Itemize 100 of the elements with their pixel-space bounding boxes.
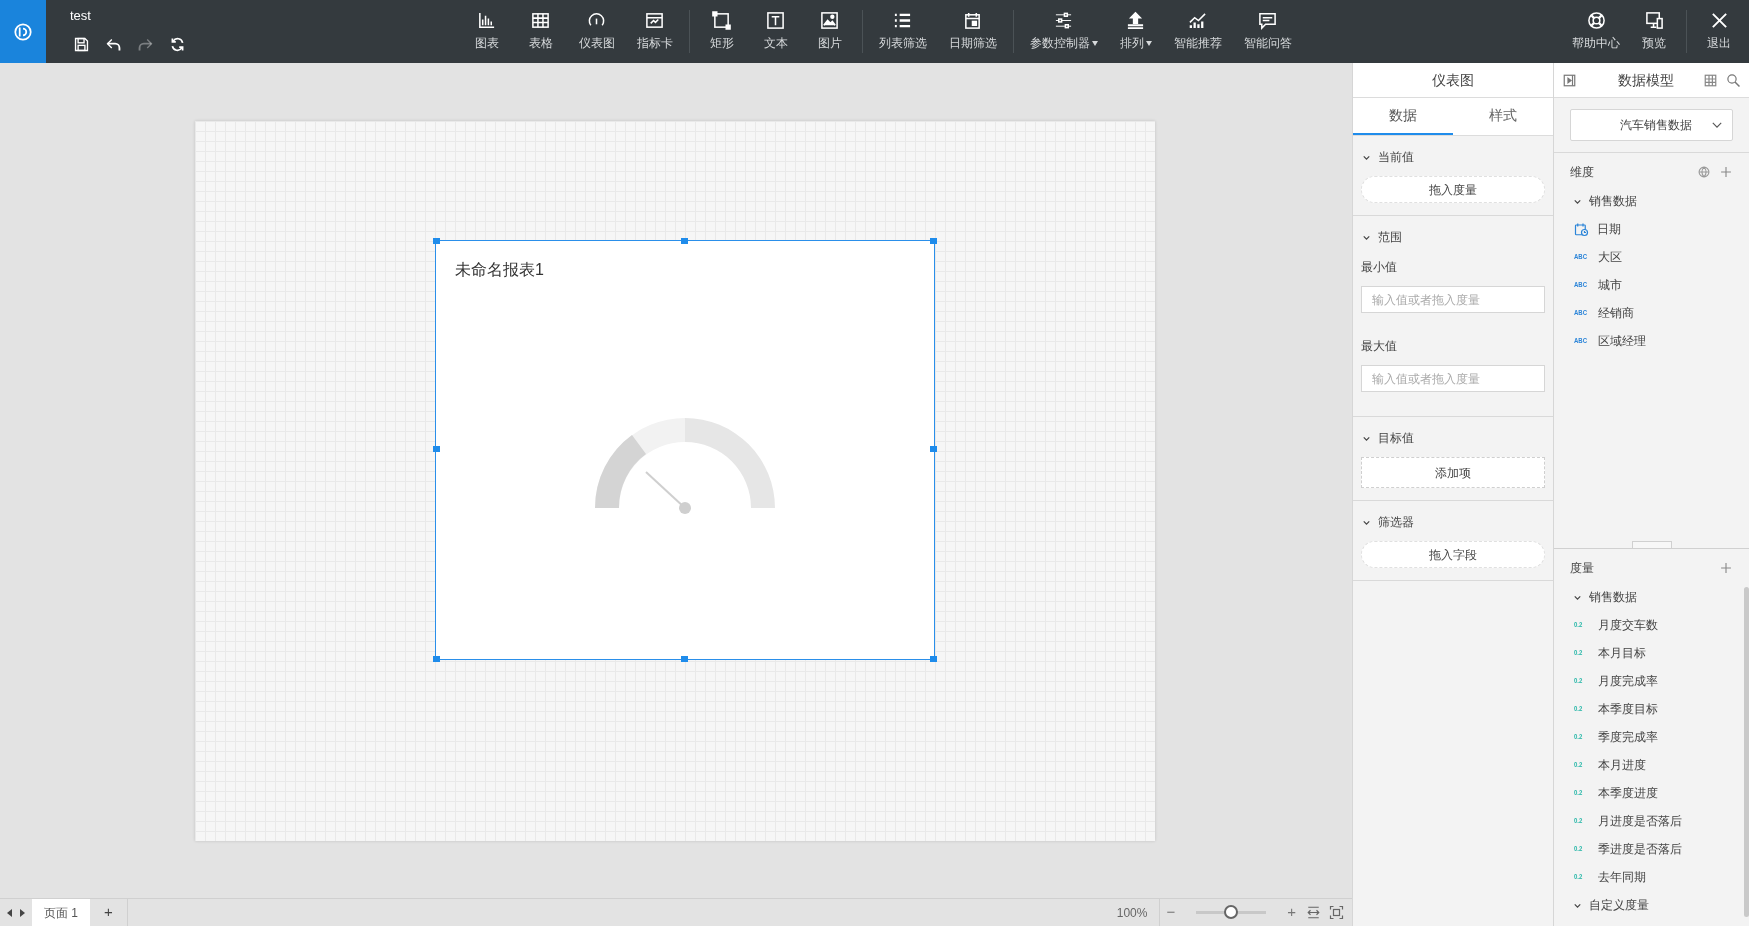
toolbar-button[interactable]: 图片 (805, 0, 854, 63)
previous-page-icon[interactable] (7, 908, 12, 917)
field-item[interactable]: 0.2 本月进度 (1574, 751, 1650, 779)
field-item[interactable]: 0.2 季进度是否落后 (1574, 835, 1686, 863)
image-icon (820, 11, 839, 30)
type-label: 0.2 (1574, 843, 1584, 855)
fit-width-icon (1306, 905, 1321, 920)
type-label: 0.2 (1574, 703, 1584, 715)
folder-row[interactable]: 自定义度量 (1572, 891, 1653, 919)
resize-handle[interactable] (433, 446, 440, 452)
field-item[interactable]: 0.2 去年同期 (1574, 863, 1650, 891)
type-label: ABC (1574, 335, 1586, 347)
trend-chart-icon (1188, 11, 1207, 30)
toolbar-button[interactable]: 智能问答 (1235, 0, 1300, 63)
resize-grip[interactable] (1631, 541, 1672, 548)
globe-icon[interactable] (1697, 165, 1711, 179)
section-header[interactable]: 当前值 (1361, 148, 1414, 166)
type-label: ABC (1574, 251, 1586, 263)
card-title: 未命名报表1 (454, 260, 545, 280)
field-label: 最小值 (1361, 259, 1398, 276)
field-item[interactable]: 0.2 月进度是否落后 (1574, 807, 1686, 835)
drop-zone[interactable]: 拖入度量 (1361, 176, 1545, 203)
resize-handle[interactable] (433, 238, 440, 244)
type-label: 0.2 (1574, 647, 1584, 659)
toolbar-button[interactable]: 仪表图 (570, 0, 623, 63)
field-label: 最大值 (1361, 338, 1398, 355)
slider-thumb[interactable] (1224, 905, 1239, 919)
resize-handle[interactable] (930, 238, 937, 244)
type-label: ABC (1574, 279, 1586, 291)
collapse-panel-icon[interactable] (1562, 72, 1577, 88)
toolbar-button[interactable]: 退出 (1695, 0, 1743, 63)
close-icon (1709, 11, 1729, 30)
type-label: 0.2 (1574, 787, 1584, 799)
monitor-icon (1644, 11, 1664, 30)
panel-title: 数据模型 (1617, 70, 1675, 90)
zoom-out-button[interactable]: − (1159, 899, 1182, 926)
toolbar-button[interactable]: 帮助中心 (1566, 0, 1626, 63)
table-icon[interactable] (1703, 72, 1718, 88)
toolbar-button[interactable]: 图表 (462, 0, 511, 63)
panel-tab[interactable]: 数据 (1353, 98, 1453, 135)
section-header[interactable]: 范围 (1361, 228, 1402, 246)
toolbar-button[interactable]: 指标卡 (628, 0, 681, 63)
resize-handle[interactable] (930, 656, 937, 662)
resize-handle[interactable] (681, 656, 688, 662)
add-icon[interactable] (1719, 165, 1733, 179)
field-item[interactable]: 0.2 本季度进度 (1574, 779, 1662, 807)
toolbar-button[interactable]: 表格 (516, 0, 565, 63)
toolbar-button[interactable]: 预览 (1630, 0, 1678, 63)
card-icon (645, 11, 664, 30)
type-label: 0.2 (1574, 871, 1584, 883)
type-label: ABC (1574, 307, 1586, 319)
toolbar-button[interactable]: 智能推荐 (1165, 0, 1230, 63)
resize-handle[interactable] (930, 446, 937, 452)
folder-row[interactable]: 销售数据 (1572, 187, 1641, 215)
panel-tab[interactable]: 样式 (1453, 98, 1553, 135)
type-label: 0.2 (1574, 619, 1584, 631)
input-field[interactable]: 输入值或者拖入度量 (1361, 286, 1545, 313)
page-tab[interactable]: 页面 1 (32, 899, 90, 926)
field-item[interactable]: ABC 城市 (1574, 271, 1626, 299)
field-item[interactable]: 0.2 月度交车数 (1574, 611, 1662, 639)
type-label: 0.2 (1574, 759, 1584, 771)
add-icon[interactable] (1719, 561, 1733, 575)
resize-handle[interactable] (681, 238, 688, 244)
document-title: test (70, 8, 92, 24)
search-icon[interactable] (1726, 72, 1741, 88)
text-icon (766, 11, 785, 30)
field-item[interactable]: 0.2 季度完成率 (1574, 723, 1662, 751)
next-page-icon[interactable] (20, 908, 25, 917)
table-icon (531, 11, 550, 30)
rectangle-icon (712, 11, 731, 30)
field-item[interactable]: 0.2 本季度目标 (1574, 695, 1662, 723)
toolbar-button[interactable]: 日期筛选 (940, 0, 1005, 63)
toolbar-button[interactable]: 文本 (751, 0, 800, 63)
toolbar-button[interactable]: 列表筛选 (870, 0, 935, 63)
folder-row[interactable]: 销售数据 (1572, 583, 1641, 611)
section-header[interactable]: 筛选器 (1361, 513, 1414, 531)
panel-title: 仪表图 (1353, 63, 1553, 98)
field-item[interactable]: ABC 经销商 (1574, 299, 1638, 327)
chat-icon (1258, 11, 1277, 30)
add-page-button[interactable]: + (90, 899, 128, 926)
toolbar-button[interactable]: 参数控制器 (1021, 0, 1106, 63)
drop-zone[interactable]: 拖入字段 (1361, 541, 1545, 568)
arrange-icon (1126, 11, 1145, 30)
field-item[interactable]: 日期 (1574, 215, 1625, 243)
field-item[interactable]: 0.2 月度完成率 (1574, 667, 1662, 695)
scrollbar[interactable] (1744, 587, 1749, 917)
input-field[interactable]: 输入值或者拖入度量 (1361, 365, 1545, 392)
toolbar-button[interactable]: 排列 (1111, 0, 1160, 63)
field-item[interactable]: ABC 大区 (1574, 243, 1626, 271)
resize-handle[interactable] (433, 656, 440, 662)
field-item[interactable]: 0.2 本月目标 (1574, 639, 1650, 667)
field-item[interactable]: ABC 区域经理 (1574, 327, 1650, 355)
toolbar-button[interactable]: 矩形 (697, 0, 746, 63)
dataset-select[interactable]: 汽车销售数据 (1570, 109, 1733, 141)
report-card[interactable]: 未命名报表1 (435, 240, 935, 660)
bar-chart-icon (477, 11, 496, 30)
calendar-icon (1574, 221, 1589, 237)
add-item-button[interactable]: 添加项 (1361, 457, 1545, 488)
calendar-icon (963, 11, 982, 30)
section-header[interactable]: 目标值 (1361, 429, 1414, 447)
